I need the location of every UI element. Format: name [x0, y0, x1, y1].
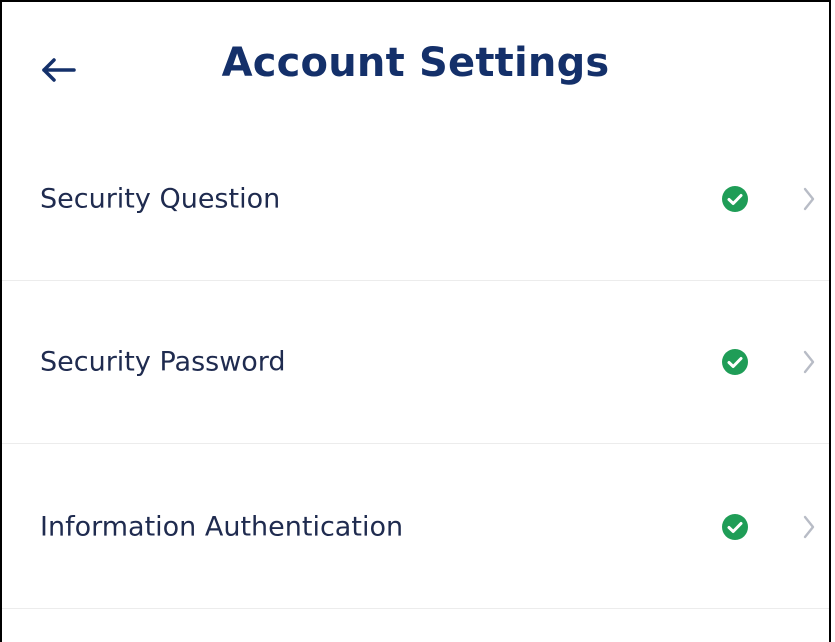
check-circle-icon	[722, 349, 748, 375]
settings-item-label: Security Password	[40, 346, 286, 378]
settings-item-security-password[interactable]: Security Password	[2, 281, 829, 444]
chevron-right-icon	[803, 350, 815, 374]
chevron-right-icon	[803, 515, 815, 539]
check-circle-icon	[722, 186, 748, 212]
check-circle-icon	[722, 514, 748, 540]
settings-item-information-authentication[interactable]: Information Authentication	[2, 446, 829, 609]
page-title: Account Settings	[221, 40, 610, 86]
settings-item-label: Security Question	[40, 183, 281, 215]
settings-item-security-question[interactable]: Security Question	[2, 118, 829, 281]
app-screen: Account Settings Security Question Secur…	[0, 0, 831, 642]
chevron-right-icon	[803, 187, 815, 211]
settings-item-label: Information Authentication	[40, 511, 404, 543]
